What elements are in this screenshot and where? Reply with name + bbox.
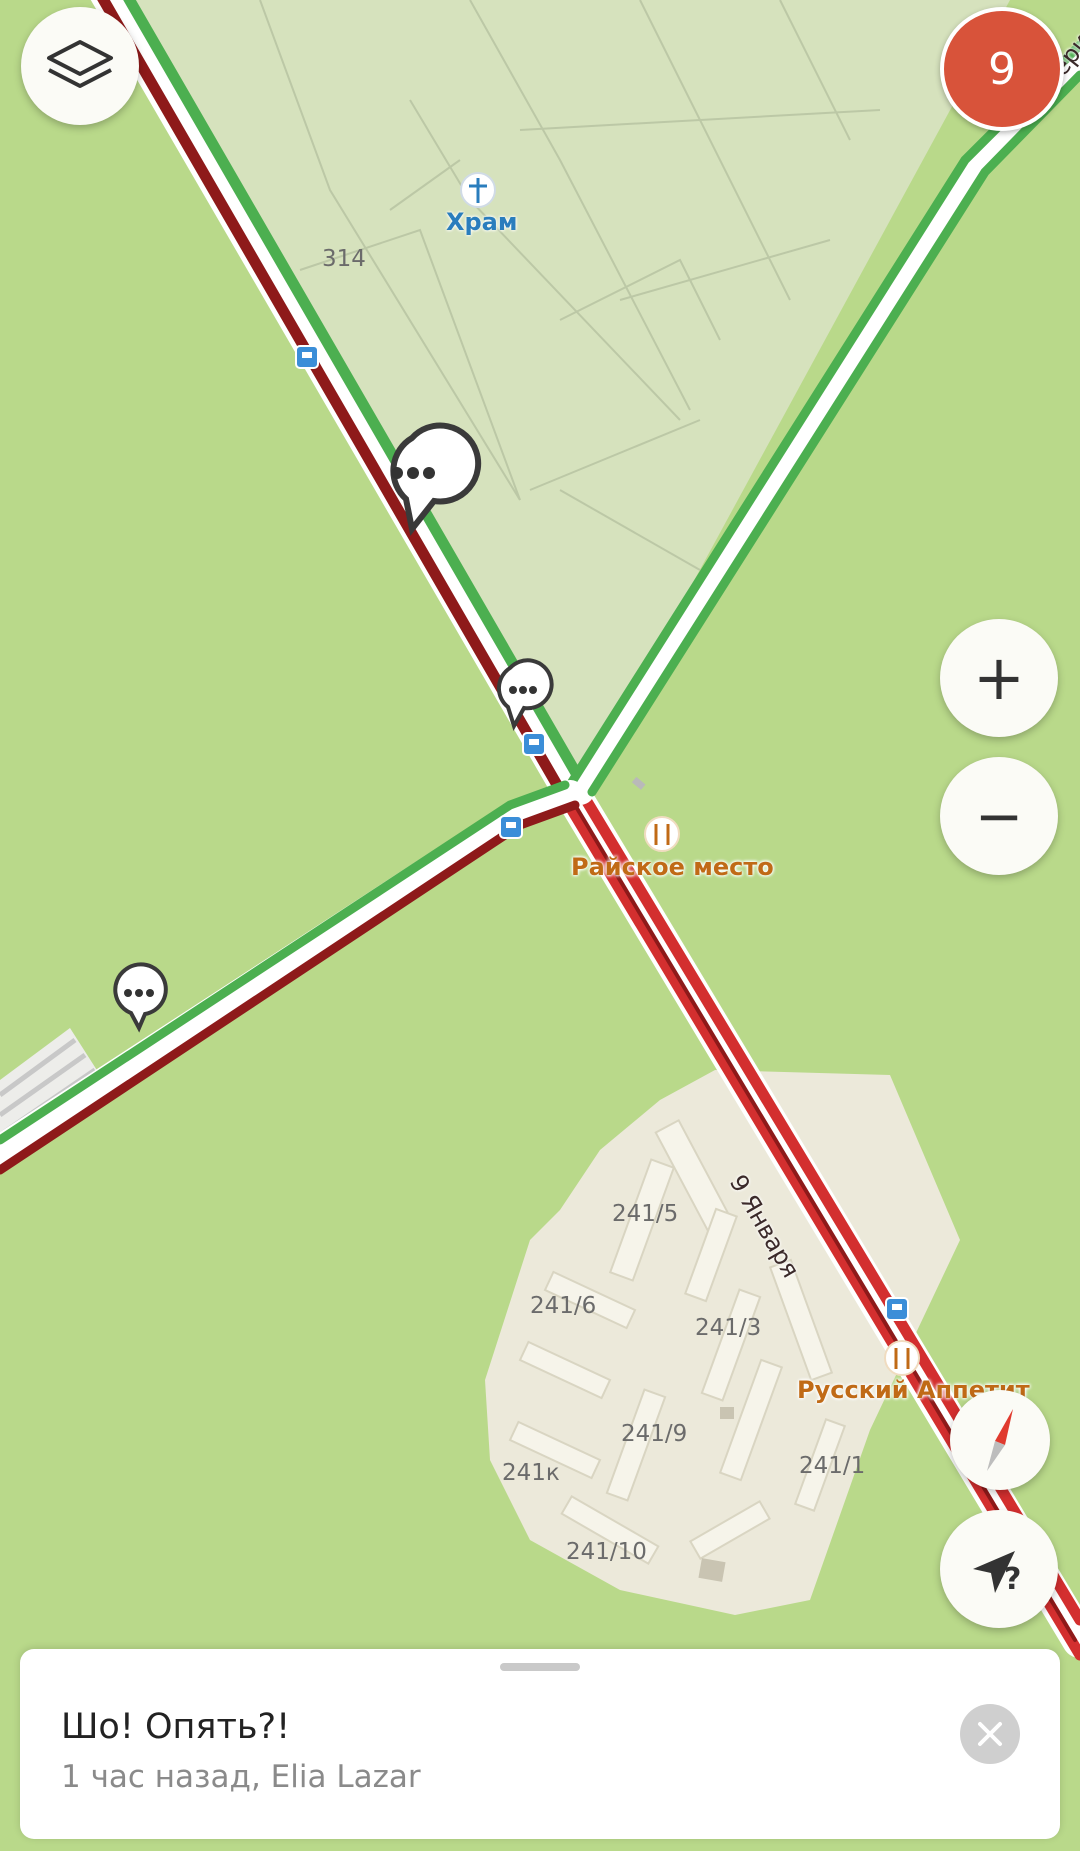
- events-count-badge[interactable]: 9: [940, 7, 1064, 131]
- map-canvas[interactable]: [0, 0, 1080, 1851]
- close-button[interactable]: [960, 1704, 1020, 1764]
- close-icon: [978, 1722, 1002, 1746]
- building-number: 241/5: [612, 1201, 679, 1227]
- zoom-out-button[interactable]: −: [940, 757, 1058, 875]
- event-title: Шо! Опять?!: [61, 1707, 291, 1747]
- restaurant-icon[interactable]: [644, 816, 680, 852]
- restaurant-icon[interactable]: [884, 1340, 920, 1376]
- building-number: 241/6: [530, 1293, 597, 1319]
- bus-stop-icon[interactable]: [499, 815, 523, 839]
- building-number: 241/1: [799, 1453, 866, 1479]
- bus-stop-icon[interactable]: [885, 1297, 909, 1321]
- map-marker: [720, 1407, 734, 1419]
- building-number: 241/10: [566, 1539, 647, 1565]
- building-number: 241/3: [695, 1315, 762, 1341]
- compass-icon: [987, 1409, 1013, 1471]
- poi-label-restaurant[interactable]: Райское место: [571, 853, 774, 881]
- zoom-in-button[interactable]: +: [940, 619, 1058, 737]
- event-subtitle: 1 час назад, Elia Lazar: [61, 1759, 421, 1795]
- plus-icon: +: [973, 641, 1025, 714]
- poi-label-temple[interactable]: Храм: [446, 208, 518, 236]
- locate-question-mark: ?: [1004, 1562, 1022, 1597]
- plot-label: 314: [322, 246, 366, 272]
- building-number: 241/9: [621, 1421, 688, 1447]
- layers-icon: [47, 40, 113, 88]
- my-location-button[interactable]: ?: [940, 1510, 1058, 1628]
- compass-button[interactable]: [950, 1390, 1050, 1490]
- building-number: 241к: [502, 1460, 560, 1486]
- church-icon[interactable]: [460, 172, 496, 208]
- bus-stop-icon[interactable]: [522, 732, 546, 756]
- layers-button[interactable]: [21, 7, 139, 125]
- minus-icon: −: [974, 782, 1024, 850]
- bus-stop-icon[interactable]: [295, 345, 319, 369]
- sheet-drag-handle[interactable]: [500, 1663, 580, 1671]
- map-marker: [698, 1558, 726, 1582]
- event-bottom-sheet[interactable]: Шо! Опять?! 1 час назад, Elia Lazar: [20, 1649, 1060, 1839]
